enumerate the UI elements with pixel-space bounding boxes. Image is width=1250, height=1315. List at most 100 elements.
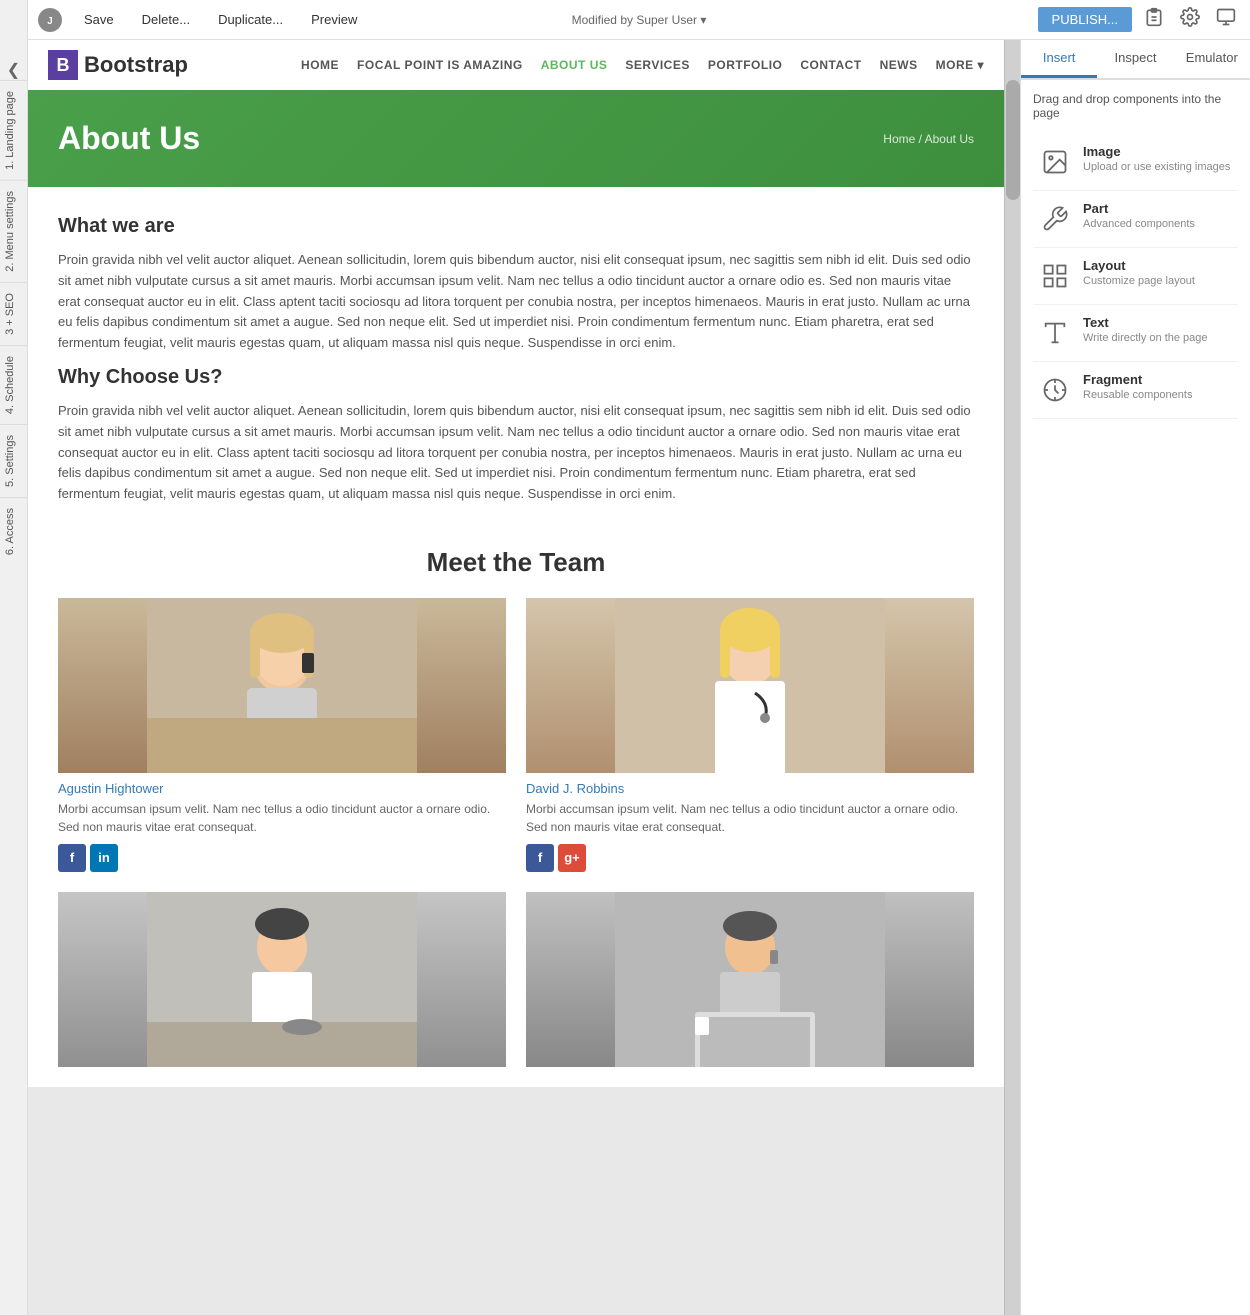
image-icon bbox=[1037, 144, 1073, 180]
logo-text: Bootstrap bbox=[84, 52, 188, 78]
component-fragment[interactable]: Fragment Reusable components bbox=[1033, 362, 1238, 419]
hero-banner: About Us Home / About Us bbox=[28, 90, 1004, 187]
sidebar-item-access[interactable]: 6. Access bbox=[0, 497, 28, 565]
team-social-1: f in bbox=[58, 844, 506, 872]
sidebar-item-schedule[interactable]: 4. Schedule bbox=[0, 345, 28, 424]
component-text-title: Text bbox=[1083, 315, 1208, 330]
text-icon bbox=[1037, 315, 1073, 351]
tab-emulator[interactable]: Emulator bbox=[1174, 40, 1250, 78]
team-name-2: David J. Robbins bbox=[526, 781, 974, 796]
save-button[interactable]: Save bbox=[78, 8, 120, 31]
right-panel: Insert Inspect Emulator Drag and drop co… bbox=[1020, 40, 1250, 1315]
site-content: B Bootstrap HOME FOCAL POINT IS AMAZING … bbox=[28, 40, 1004, 1087]
site-logo: B Bootstrap bbox=[48, 50, 188, 80]
section1-paragraph1: Proin gravida nibh vel velit auctor aliq… bbox=[58, 250, 974, 354]
team-social-2: f g+ bbox=[526, 844, 974, 872]
team-title: Meet the Team bbox=[58, 547, 974, 578]
team-grid: Agustin Hightower Morbi accumsan ipsum v… bbox=[58, 598, 974, 1067]
duplicate-button[interactable]: Duplicate... bbox=[212, 8, 289, 31]
fragment-icon bbox=[1037, 372, 1073, 408]
sidebar-item-menu[interactable]: 2. Menu settings bbox=[0, 180, 28, 282]
section1-title: What we are bbox=[58, 215, 974, 238]
part-icon bbox=[1037, 201, 1073, 237]
modified-label: Modified bbox=[572, 13, 617, 27]
component-image-title: Image bbox=[1083, 144, 1230, 159]
team-photo-2 bbox=[526, 598, 974, 773]
nav-home[interactable]: HOME bbox=[301, 58, 339, 72]
component-fragment-desc: Reusable components bbox=[1083, 389, 1192, 401]
delete-button[interactable]: Delete... bbox=[136, 8, 196, 31]
team-card-4 bbox=[526, 892, 974, 1067]
nav-services[interactable]: SERVICES bbox=[625, 58, 689, 72]
component-layout-title: Layout bbox=[1083, 258, 1195, 273]
settings-icon-button[interactable] bbox=[1176, 5, 1204, 34]
social-facebook-2[interactable]: f bbox=[526, 844, 554, 872]
sidebar-item-settings[interactable]: 5. Settings bbox=[0, 424, 28, 497]
team-card-3 bbox=[58, 892, 506, 1067]
component-fragment-info: Fragment Reusable components bbox=[1083, 372, 1192, 401]
team-photo-1 bbox=[58, 598, 506, 773]
drag-drop-hint: Drag and drop components into the page bbox=[1033, 92, 1238, 120]
component-image-info: Image Upload or use existing images bbox=[1083, 144, 1230, 173]
toolbar: J Save Delete... Duplicate... Preview Mo… bbox=[28, 0, 1250, 40]
component-fragment-title: Fragment bbox=[1083, 372, 1192, 387]
nav-links: HOME FOCAL POINT IS AMAZING ABOUT US SER… bbox=[301, 58, 984, 72]
monitor-icon-button[interactable] bbox=[1212, 5, 1240, 34]
sidebar-item-landing[interactable]: 1. Landing page bbox=[0, 80, 28, 180]
component-text[interactable]: Text Write directly on the page bbox=[1033, 305, 1238, 362]
team-card-2: David J. Robbins Morbi accumsan ipsum ve… bbox=[526, 598, 974, 872]
layout-icon bbox=[1037, 258, 1073, 294]
social-facebook-1[interactable]: f bbox=[58, 844, 86, 872]
left-sidebar: ❮ 1. Landing page 2. Menu settings 3 + S… bbox=[0, 0, 28, 1315]
section2-paragraph1: Proin gravida nibh vel velit auctor aliq… bbox=[58, 401, 974, 505]
nav-about[interactable]: ABOUT US bbox=[541, 58, 608, 72]
hero-title: About Us bbox=[58, 120, 200, 157]
modified-info: Modified by Super User ▾ bbox=[572, 13, 707, 27]
logo-box: B bbox=[48, 50, 78, 80]
toolbar-right-actions: PUBLISH... bbox=[1038, 5, 1240, 34]
article-content: What we are Proin gravida nibh vel velit… bbox=[28, 187, 1004, 537]
component-image[interactable]: Image Upload or use existing images bbox=[1033, 134, 1238, 191]
team-photo-4 bbox=[526, 892, 974, 1067]
component-layout-desc: Customize page layout bbox=[1083, 275, 1195, 287]
preview-button[interactable]: Preview bbox=[305, 8, 363, 31]
app-logo: J bbox=[38, 8, 62, 32]
nav-contact[interactable]: CONTACT bbox=[800, 58, 861, 72]
team-section: Meet the Team bbox=[28, 537, 1004, 1087]
modified-dropdown[interactable]: ▾ bbox=[700, 13, 706, 27]
content-area: B Bootstrap HOME FOCAL POINT IS AMAZING … bbox=[28, 40, 1250, 1315]
publish-button[interactable]: PUBLISH... bbox=[1038, 7, 1132, 32]
tab-inspect[interactable]: Inspect bbox=[1097, 40, 1173, 78]
component-text-info: Text Write directly on the page bbox=[1083, 315, 1208, 344]
team-photo-3 bbox=[58, 892, 506, 1067]
clipboard-icon-button[interactable] bbox=[1140, 5, 1168, 34]
social-linkedin-1[interactable]: in bbox=[90, 844, 118, 872]
team-bio-2: Morbi accumsan ipsum velit. Nam nec tell… bbox=[526, 800, 974, 836]
modified-by: by Super User bbox=[620, 13, 697, 27]
nav-portfolio[interactable]: PORTFOLIO bbox=[708, 58, 783, 72]
component-part[interactable]: Part Advanced components bbox=[1033, 191, 1238, 248]
component-text-desc: Write directly on the page bbox=[1083, 332, 1208, 344]
team-card-1: Agustin Hightower Morbi accumsan ipsum v… bbox=[58, 598, 506, 872]
main-wrapper: J Save Delete... Duplicate... Preview Mo… bbox=[28, 0, 1250, 1315]
team-name-1: Agustin Hightower bbox=[58, 781, 506, 796]
team-bio-1: Morbi accumsan ipsum velit. Nam nec tell… bbox=[58, 800, 506, 836]
tab-insert[interactable]: Insert bbox=[1021, 40, 1097, 78]
component-layout[interactable]: Layout Customize page layout bbox=[1033, 248, 1238, 305]
nav-focal[interactable]: FOCAL POINT IS AMAZING bbox=[357, 58, 523, 72]
nav-more[interactable]: MORE bbox=[936, 58, 984, 72]
panel-body: Drag and drop components into the page I… bbox=[1021, 80, 1250, 1315]
svg-text:J: J bbox=[47, 15, 52, 26]
sidebar-item-seo[interactable]: 3 + SEO bbox=[0, 282, 28, 345]
social-googleplus-2[interactable]: g+ bbox=[558, 844, 586, 872]
scroll-bar[interactable] bbox=[1004, 40, 1020, 1315]
section2-title: Why Choose Us? bbox=[58, 366, 974, 389]
component-part-info: Part Advanced components bbox=[1083, 201, 1195, 230]
panel-tabs: Insert Inspect Emulator bbox=[1021, 40, 1250, 80]
nav-news[interactable]: NEWS bbox=[880, 58, 918, 72]
component-part-desc: Advanced components bbox=[1083, 218, 1195, 230]
component-image-desc: Upload or use existing images bbox=[1083, 161, 1230, 173]
page-canvas[interactable]: B Bootstrap HOME FOCAL POINT IS AMAZING … bbox=[28, 40, 1004, 1315]
logo-letter: B bbox=[57, 55, 70, 76]
component-layout-info: Layout Customize page layout bbox=[1083, 258, 1195, 287]
